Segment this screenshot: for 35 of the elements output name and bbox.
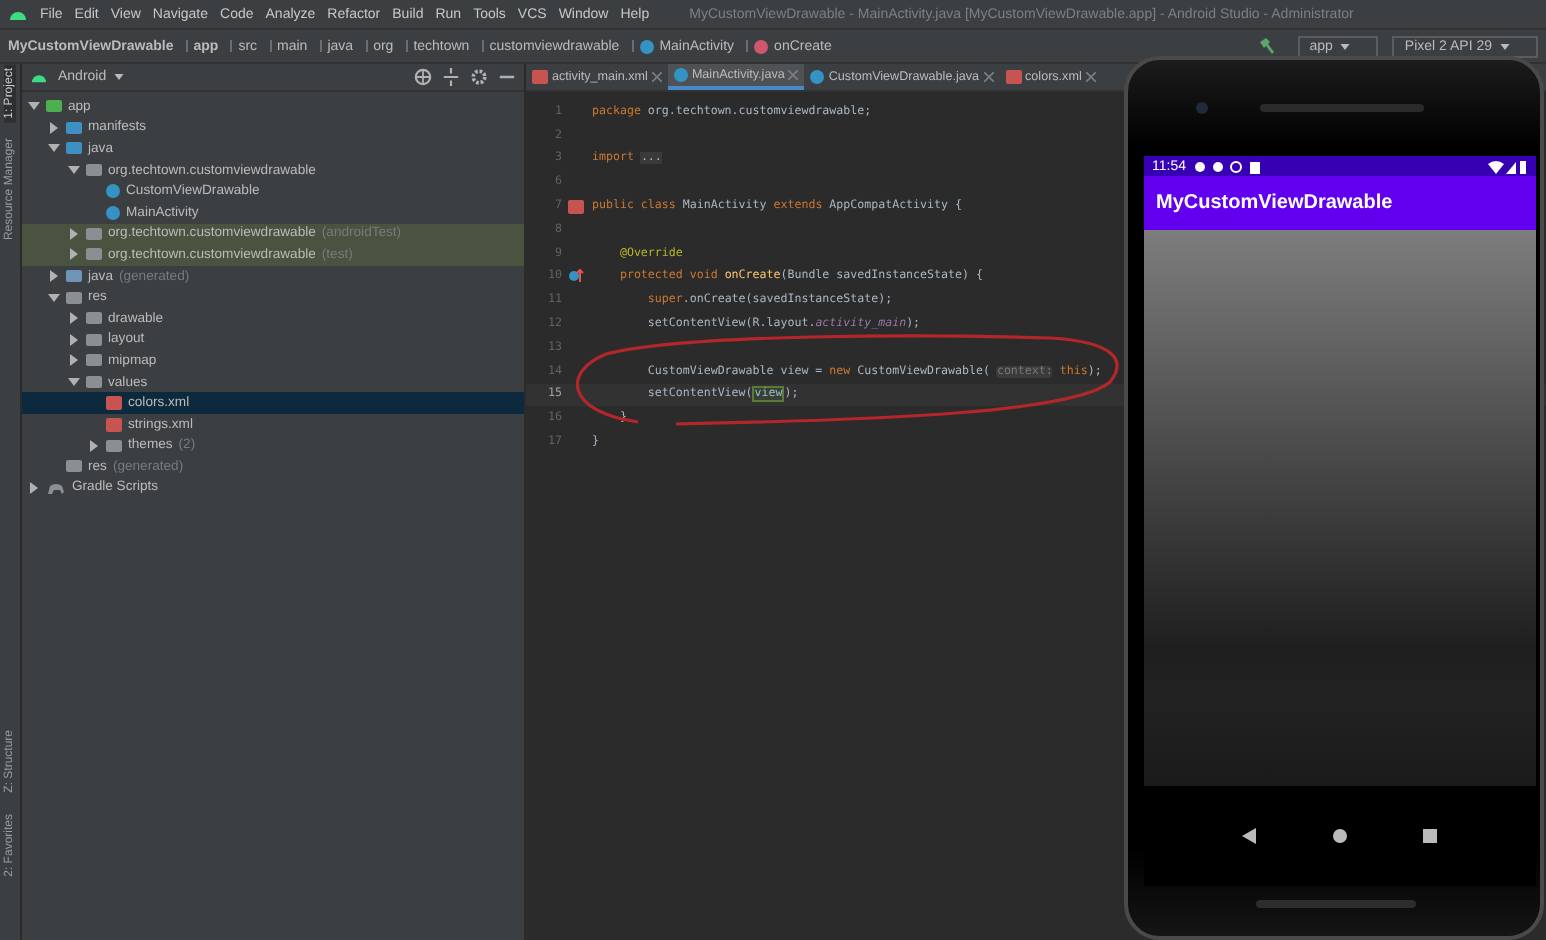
method-icon <box>754 39 769 53</box>
class-icon <box>639 39 654 53</box>
android-icon <box>8 6 28 22</box>
caret-down-icon[interactable] <box>48 291 60 304</box>
close-icon[interactable] <box>651 72 662 82</box>
target-icon[interactable] <box>414 68 432 86</box>
xml-file-icon <box>532 70 548 84</box>
class-icon <box>673 68 688 82</box>
caret-down-icon <box>114 74 125 80</box>
collapse-icon[interactable] <box>442 68 460 86</box>
signal-battery-icons <box>1488 159 1528 173</box>
xml-file-icon <box>1005 70 1022 84</box>
class-icon <box>810 70 825 84</box>
caret-right-icon[interactable] <box>48 121 60 134</box>
android-icon <box>30 70 48 84</box>
caret-down-icon[interactable] <box>68 376 80 389</box>
folder-icon <box>66 460 82 473</box>
caret-down-icon <box>1500 43 1510 49</box>
settings-icon[interactable] <box>470 68 488 86</box>
notification-icons <box>1194 159 1266 173</box>
layout-file-icon[interactable] <box>567 199 583 214</box>
recents-icon[interactable] <box>1422 828 1439 844</box>
caret-right-icon[interactable] <box>88 439 100 452</box>
back-icon[interactable] <box>1241 828 1258 844</box>
caret-down-icon[interactable] <box>28 100 40 113</box>
camera-dot <box>1196 102 1208 114</box>
app-title: MyCustomViewDrawable <box>1156 192 1393 214</box>
folder-icon <box>106 439 122 452</box>
hammer-icon[interactable] <box>1255 36 1276 56</box>
override-icon[interactable] <box>567 268 583 285</box>
close-icon[interactable] <box>1085 72 1096 82</box>
caret-down-icon <box>1340 43 1351 49</box>
home-icon[interactable] <box>1331 828 1348 844</box>
caret-right-icon[interactable] <box>28 481 40 494</box>
close-icon[interactable] <box>983 72 994 82</box>
